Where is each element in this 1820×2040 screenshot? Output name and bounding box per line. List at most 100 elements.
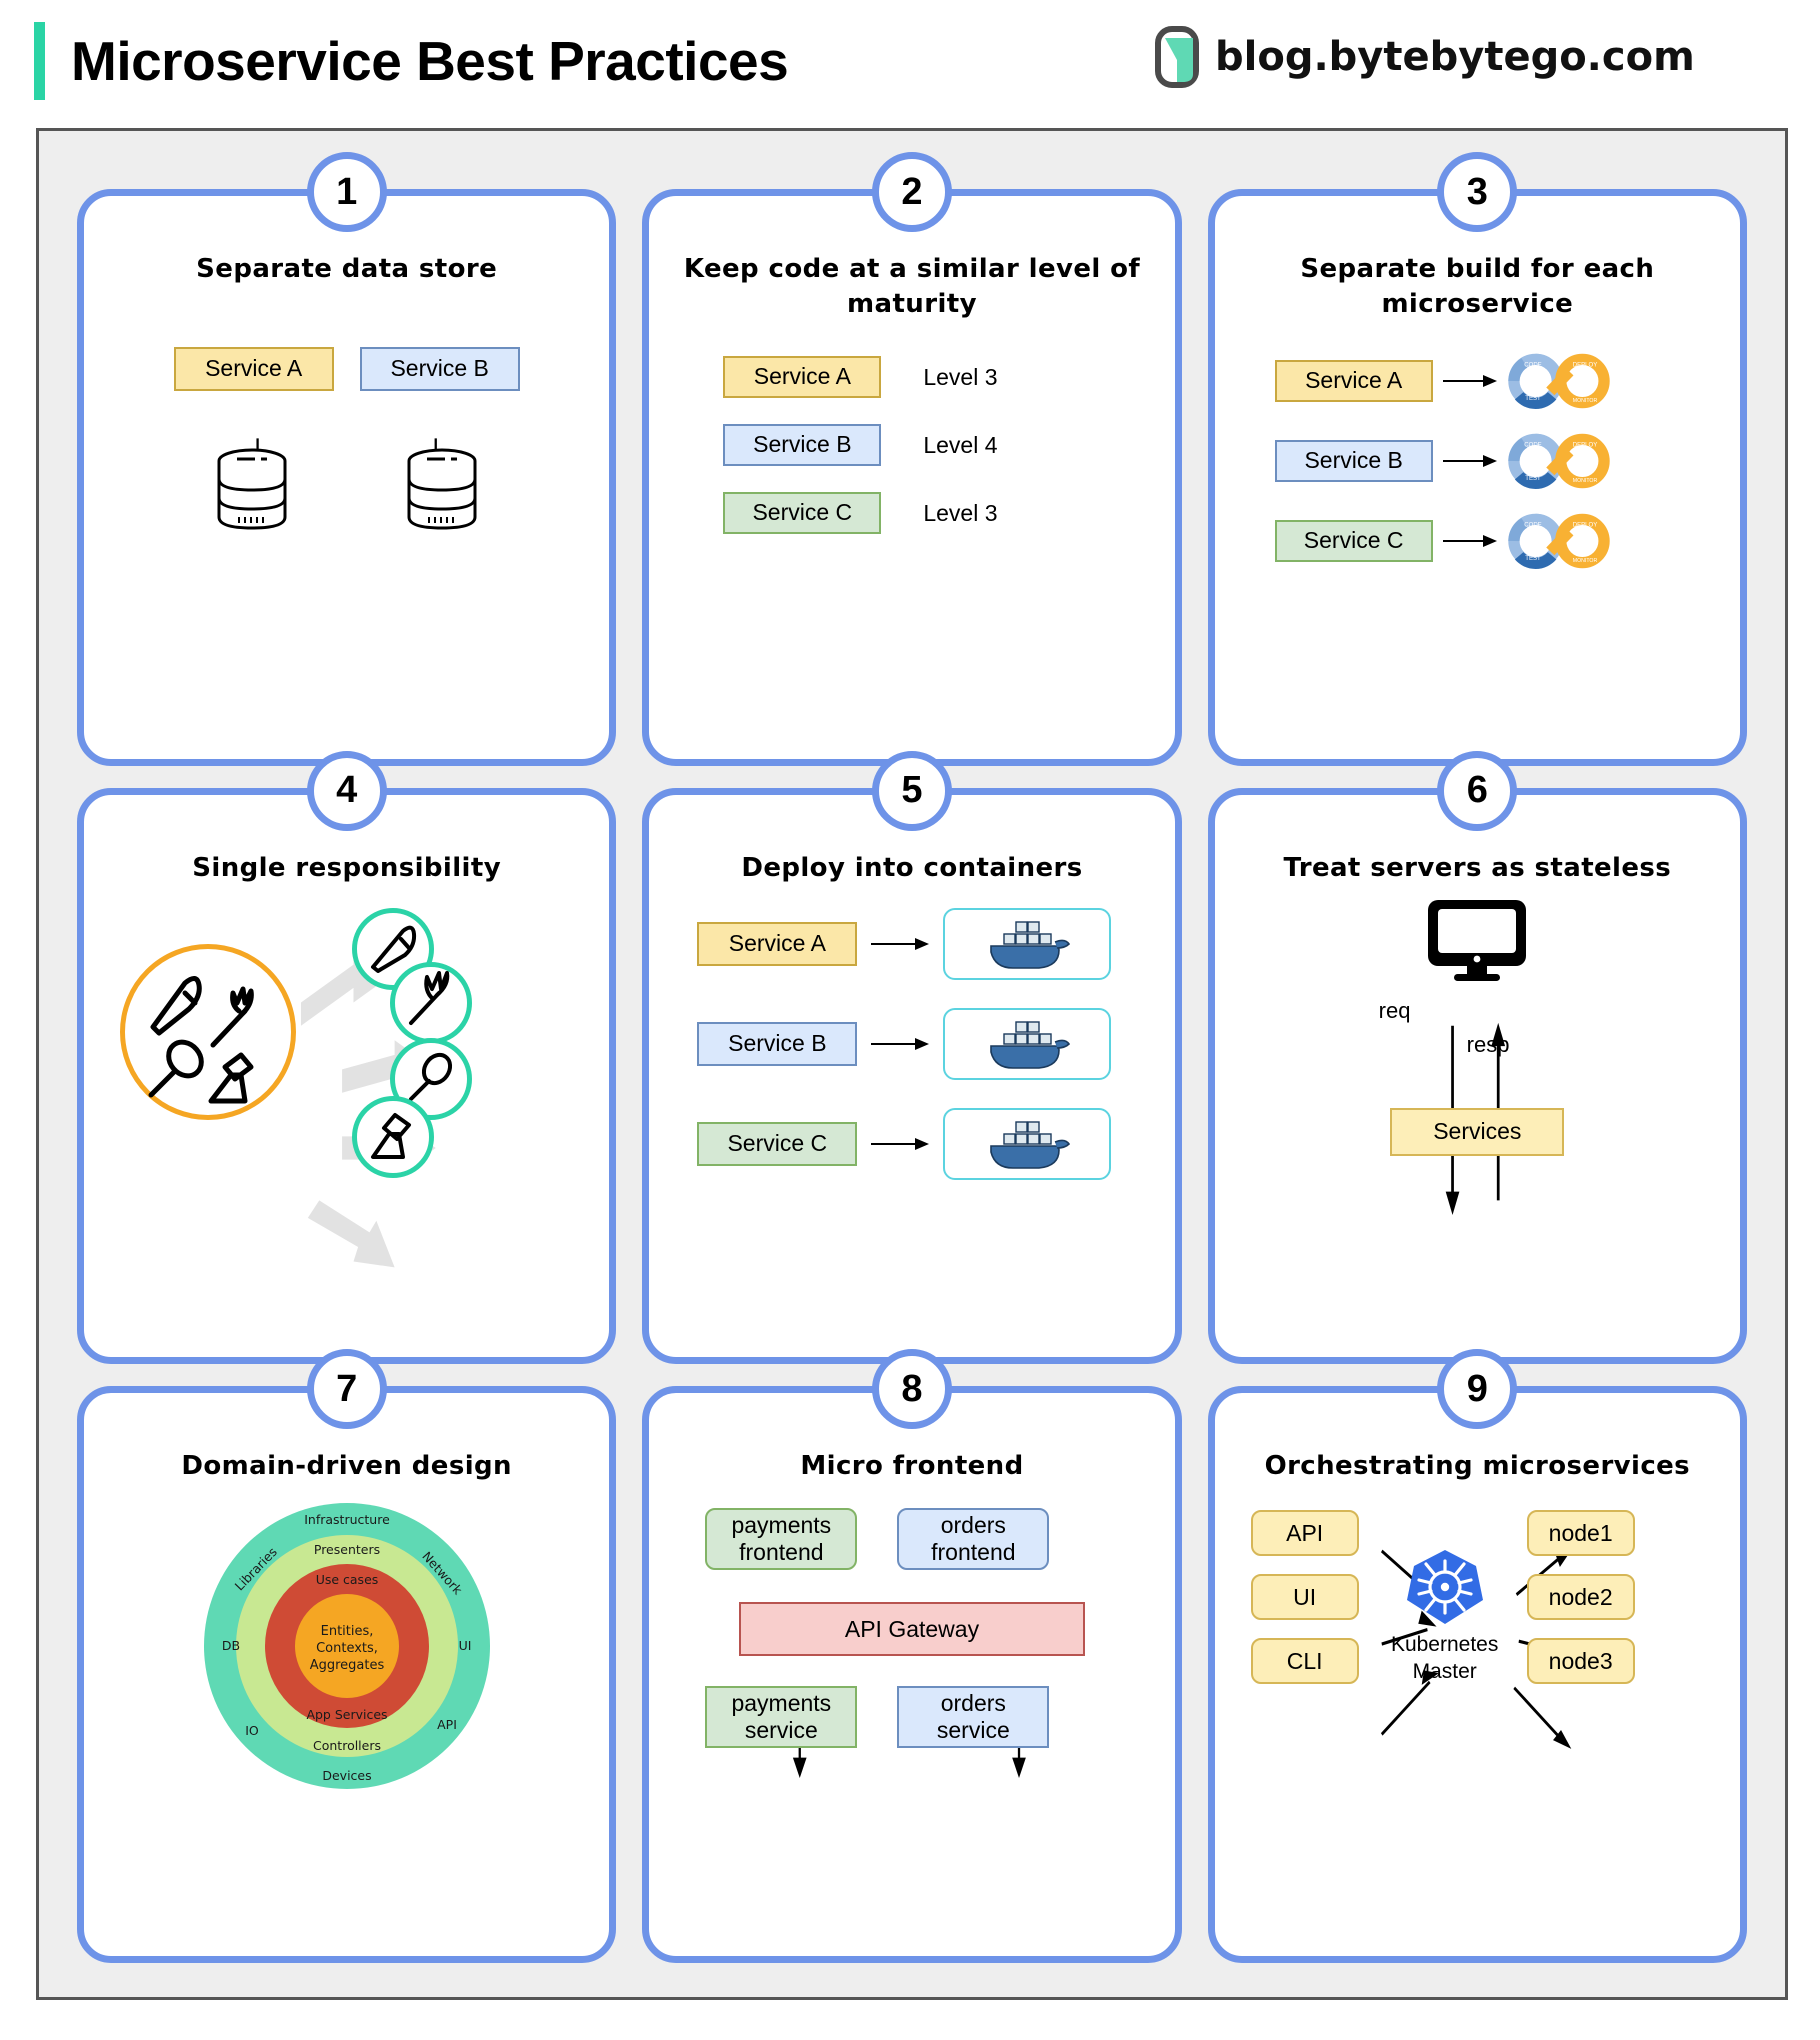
- svg-text:Contexts,: Contexts,: [316, 1641, 378, 1656]
- utensil-diagram: [84, 886, 609, 1323]
- k8s-master-line1: Kubernetes: [1390, 1633, 1499, 1657]
- service-box-c: Service C: [723, 492, 882, 535]
- container-row: Service C: [697, 1107, 1112, 1180]
- container-list: Service A Service B Service C: [697, 907, 1112, 1180]
- arrow-right-icon: [1442, 375, 1497, 388]
- monolith-circle: [120, 943, 296, 1120]
- svg-text:TEST: TEST: [1525, 556, 1541, 562]
- node-box-1: node1: [1526, 1510, 1635, 1557]
- onion-label-ui: UI: [458, 1638, 471, 1653]
- svg-text:TEST: TEST: [1525, 476, 1541, 482]
- card-number-badge: 3: [1437, 152, 1518, 232]
- fork-icon: [210, 1008, 248, 1048]
- svg-text:CODE: CODE: [1524, 362, 1541, 368]
- card-title: Separate build for each microservice: [1300, 254, 1655, 320]
- maturity-row: Service C Level 3: [723, 492, 998, 535]
- card-number-badge: 1: [306, 152, 387, 232]
- card-body: Service A Level 3 Service B Level 4 Serv…: [649, 322, 1174, 759]
- database-row: [84, 447, 609, 533]
- micro-frontend-diagram: payments frontend orders frontend API Ga…: [649, 1484, 1174, 1921]
- card-separate-data-store: 1 Separate data store Service A Service …: [77, 152, 617, 766]
- orders-service-line1: orders: [940, 1689, 1006, 1716]
- card-title: Treat servers as stateless: [1283, 852, 1672, 883]
- knife-icon: [150, 975, 202, 1036]
- service-box-b: Service B: [1274, 440, 1433, 483]
- card-number-badge: 6: [1437, 750, 1518, 831]
- bytebytego-logo-icon: [1155, 26, 1199, 88]
- service-box-a: Service A: [697, 921, 858, 966]
- database-cylinder-icon: [407, 448, 477, 530]
- onion-label-infrastructure: Infrastructure: [304, 1512, 390, 1527]
- payments-service-line2: service: [744, 1717, 818, 1744]
- service-box-c: Service C: [697, 1121, 858, 1166]
- arrow-right-icon: [871, 1137, 930, 1150]
- card-title: Single responsibility: [192, 852, 502, 883]
- docker-whale-icon: [990, 921, 1071, 969]
- docker-whale-icon: [990, 1121, 1071, 1169]
- build-row: Service C TEST CODE DEPLOY MONITOR: [1274, 512, 1611, 570]
- database-cylinder-icon: [217, 448, 287, 530]
- card-deploy-containers: 5 Deploy into containers Service A Servi…: [642, 750, 1182, 1365]
- cicd-infinity-icon: TEST CODE DEPLOY MONITOR: [1507, 433, 1610, 490]
- brand: blog.bytebytego.com: [1155, 26, 1695, 88]
- card-body: Service A TEST CODE DEPLOY MONITOR Servi…: [1215, 322, 1740, 759]
- card-body: payments frontend orders frontend API Ga…: [649, 1484, 1174, 1921]
- service-box-a: Service A: [173, 347, 334, 392]
- ddd-onion-diagram: Infrastructure Devices Presenters Contro…: [203, 1503, 490, 1790]
- container-box: [943, 1007, 1112, 1080]
- svg-text:Aggregates: Aggregates: [309, 1658, 384, 1673]
- payments-service-line1: payments: [731, 1689, 832, 1716]
- maturity-level-b: Level 4: [923, 431, 998, 458]
- response-label: resp: [1466, 1031, 1510, 1057]
- card-domain-driven-design: 7 Domain-driven design Infrastructure De…: [77, 1349, 617, 1963]
- service-box-b: Service B: [697, 1021, 858, 1066]
- utensil-group-icon: [148, 975, 254, 1104]
- client-box-cli: CLI: [1250, 1638, 1359, 1685]
- docker-whale-icon: [990, 1021, 1071, 1069]
- onion-label-presenters: Presenters: [314, 1542, 380, 1557]
- service-box-c: Service C: [1274, 520, 1433, 563]
- payments-frontend-box: payments frontend: [705, 1508, 858, 1571]
- maturity-row: Service B Level 4: [723, 424, 998, 467]
- card-body: Infrastructure Devices Presenters Contro…: [84, 1484, 609, 1921]
- svg-text:Entities,: Entities,: [320, 1624, 373, 1639]
- svg-text:CODE: CODE: [1524, 442, 1541, 448]
- svg-text:DEPLOY: DEPLOY: [1572, 442, 1597, 448]
- card-number-badge: 5: [871, 750, 952, 831]
- services-box: Services: [1390, 1107, 1565, 1156]
- orders-service-box: orders service: [897, 1686, 1050, 1749]
- card-title: Deploy into containers: [741, 852, 1083, 883]
- card-title: Micro frontend: [800, 1451, 1024, 1482]
- arrow-right-icon: [871, 1037, 930, 1050]
- service-box-row: Service A Service B: [84, 347, 609, 392]
- card-body: req resp Services: [1215, 886, 1740, 1323]
- card-micro-frontend: 8 Micro frontend payments frontend order…: [642, 1349, 1182, 1963]
- card-body: Service A Service B: [84, 287, 609, 724]
- service-box-b: Service B: [723, 424, 882, 467]
- arrow-right-icon: [1442, 455, 1497, 468]
- service-circle-fork: [390, 961, 472, 1044]
- svg-text:MONITOR: MONITOR: [1572, 558, 1597, 564]
- card-single-responsibility: 4 Single responsibility: [77, 750, 617, 1365]
- kubernetes-diagram: API UI CLI Kubernetes Master node1 node2…: [1215, 1484, 1740, 1921]
- build-row: Service B TEST CODE DEPLOY MONITOR: [1274, 432, 1611, 490]
- orders-frontend-line2: frontend: [931, 1539, 1016, 1566]
- stateless-diagram: req resp Services: [1215, 886, 1740, 1323]
- svg-text:MONITOR: MONITOR: [1572, 398, 1597, 404]
- build-row: Service A TEST CODE DEPLOY MONITOR: [1274, 352, 1611, 410]
- kubernetes-master-label: Kubernetes Master: [1365, 1632, 1525, 1685]
- service-box-a: Service A: [723, 356, 882, 399]
- cicd-infinity-icon: TEST CODE DEPLOY MONITOR: [1507, 513, 1610, 570]
- orders-frontend-box: orders frontend: [897, 1508, 1050, 1571]
- svg-text:DEPLOY: DEPLOY: [1572, 522, 1597, 528]
- api-gateway-box: API Gateway: [738, 1602, 1085, 1657]
- service-box-b: Service B: [359, 347, 520, 392]
- svg-text:CODE: CODE: [1524, 522, 1541, 528]
- card-number-badge: 9: [1437, 1349, 1518, 1430]
- brand-text: blog.bytebytego.com: [1215, 34, 1695, 80]
- request-label: req: [1378, 997, 1411, 1023]
- card-body: [84, 886, 609, 1323]
- service-box-a: Service A: [1274, 360, 1433, 403]
- card-number-badge: 2: [871, 152, 952, 232]
- spoon-icon: [409, 1052, 453, 1101]
